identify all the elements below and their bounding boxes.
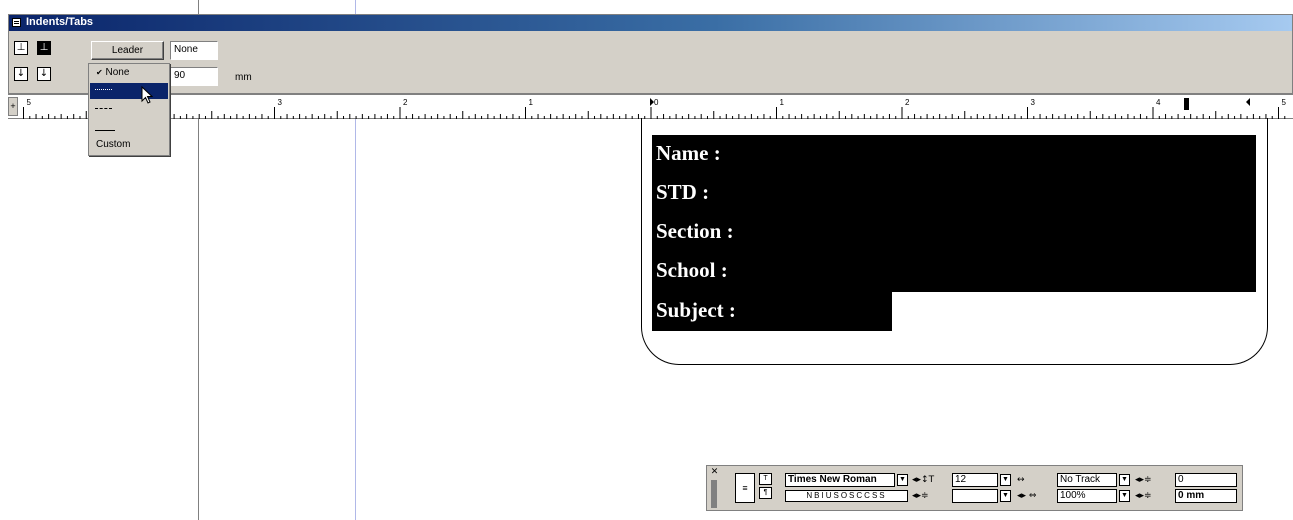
leader-field[interactable]: None	[170, 41, 218, 60]
scale-dropdown-icon[interactable]: ▼	[1119, 490, 1130, 502]
ruler-label: 5	[1282, 98, 1287, 107]
ruler-label: 3	[278, 98, 283, 107]
frame-mode-icon[interactable]: ≡	[735, 473, 755, 503]
ruler-label: 2	[403, 98, 408, 107]
right-indent-marker[interactable]	[1246, 98, 1250, 106]
indents-tabs-palette: Indents/Tabs ⊥ ⊥ ↓ ↓ Leader None 90 mm	[8, 14, 1293, 94]
character-palette: ✕ ≡ T ¶ Times New Roman ▼ NBIUSOSCCSS ◂▸…	[706, 465, 1243, 511]
font-dropdown-icon[interactable]: ▼	[897, 474, 908, 486]
scale-field[interactable]: 100%	[1057, 489, 1117, 503]
leader-option-none[interactable]: ✔ None	[90, 65, 168, 81]
ruler-label: 3	[1031, 98, 1036, 107]
field-std[interactable]: STD :	[656, 180, 709, 204]
tracking-icon: ↔	[1017, 475, 1025, 485]
position-field[interactable]: 90	[170, 67, 218, 86]
style-buttons[interactable]: NBIUSOSCCSS	[785, 490, 908, 502]
kern-field[interactable]: 0	[1175, 473, 1237, 487]
dashed-line-icon	[95, 108, 112, 109]
ruler-label: 5	[27, 98, 32, 107]
palette-title-bar[interactable]: Indents/Tabs	[9, 15, 1292, 31]
left-tab-icon[interactable]: ⊥	[14, 41, 28, 55]
field-subject[interactable]: Subject :	[656, 298, 736, 322]
leader-button[interactable]: Leader	[91, 41, 164, 60]
ruler-label: 0	[654, 98, 659, 107]
leading-dropdown-icon[interactable]: ▼	[1000, 490, 1011, 502]
leader-option-solid[interactable]	[90, 122, 168, 138]
ruler-label: 1	[529, 98, 534, 107]
tracking-field[interactable]: No Track	[1057, 473, 1117, 487]
ruler-label: 1	[780, 98, 785, 107]
font-size-dropdown-icon[interactable]: ▼	[1000, 474, 1011, 486]
leader-option-none-label: None	[105, 67, 130, 78]
right-tab-icon[interactable]: ⊥	[37, 41, 51, 55]
unit-label: mm	[235, 72, 252, 83]
field-school[interactable]: School :	[656, 258, 728, 282]
tab-ruler[interactable]: + 87654321012345	[8, 94, 1293, 119]
palette-window-icon	[12, 18, 21, 27]
paragraph-mode-icon[interactable]: ¶	[759, 487, 772, 499]
leader-dropdown-menu[interactable]: ✔ None Custom	[88, 63, 170, 156]
ruler-label: 2	[905, 98, 910, 107]
font-size-arrows-icon[interactable]: ◂▸↕T	[912, 474, 934, 486]
solid-line-icon	[95, 130, 115, 131]
decimal-tab-icon[interactable]: ↓	[37, 67, 51, 81]
kern-arrows-icon[interactable]: ◂▸≑	[1135, 474, 1152, 486]
palette-grip[interactable]	[711, 480, 717, 508]
text-highlight-block	[652, 135, 1256, 292]
leader-option-custom-label: Custom	[96, 139, 131, 150]
ruler-scale: 87654321012345	[23, 98, 1287, 119]
checkmark-icon: ✔	[96, 68, 103, 77]
ruler-label: 4	[1156, 98, 1161, 107]
field-name[interactable]: Name :	[656, 141, 721, 165]
dotted-line-icon	[95, 89, 112, 90]
leader-option-custom[interactable]: Custom	[90, 137, 168, 153]
font-size-field[interactable]: 12	[952, 473, 998, 487]
center-tab-icon[interactable]: ↓	[14, 67, 28, 81]
mouse-cursor-icon	[141, 86, 154, 104]
leading-arrows-icon[interactable]: ◂▸≑	[912, 490, 929, 502]
baseline-shift-field[interactable]: 0 mm	[1175, 489, 1237, 503]
font-name-field[interactable]: Times New Roman	[785, 473, 895, 487]
palette-title: Indents/Tabs	[26, 16, 94, 28]
scale-arrows-icon[interactable]: ◂▸ ⇔	[1017, 490, 1036, 502]
close-icon[interactable]: ✕	[710, 468, 719, 477]
tracking-dropdown-icon[interactable]: ▼	[1119, 474, 1130, 486]
text-mode-icon[interactable]: T	[759, 473, 772, 485]
field-section[interactable]: Section :	[656, 219, 734, 243]
baseline-arrows-icon[interactable]: ◂▸≑	[1135, 490, 1152, 502]
tab-stop-marker[interactable]	[1184, 98, 1189, 110]
leading-field[interactable]	[952, 489, 998, 503]
